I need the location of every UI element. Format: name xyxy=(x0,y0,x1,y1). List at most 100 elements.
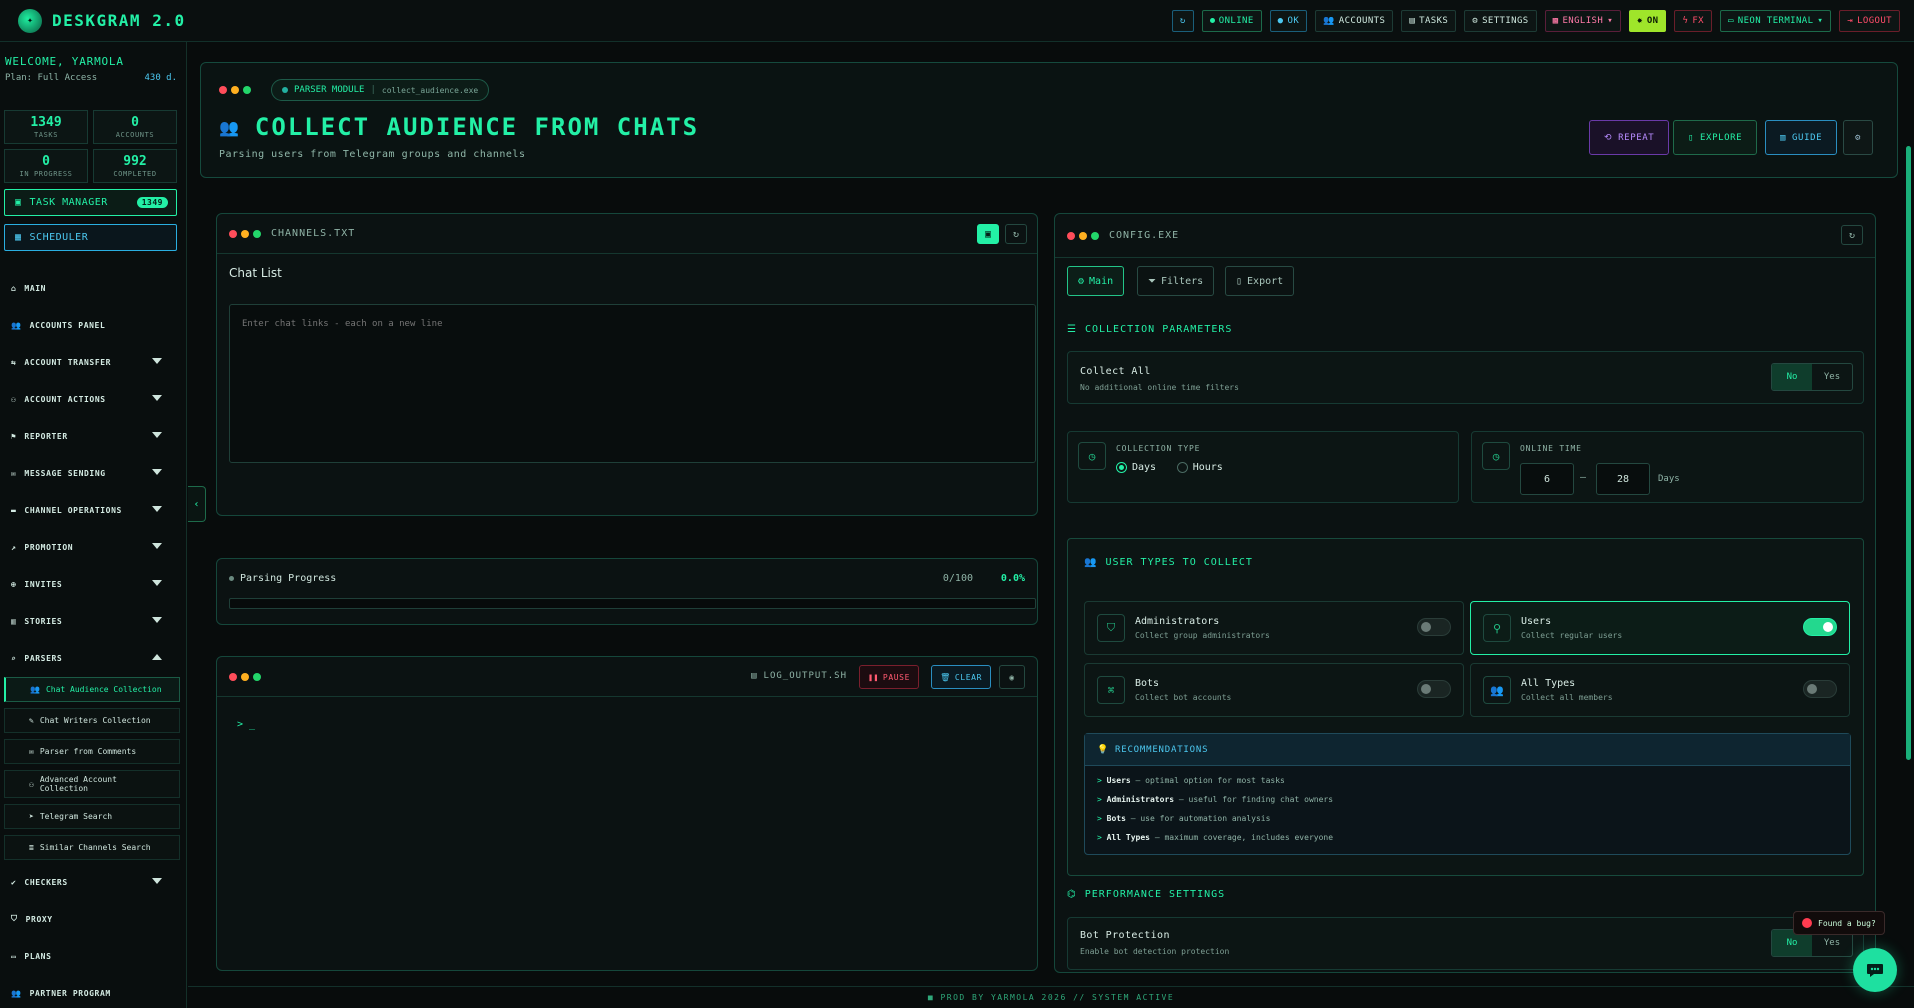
logout-button[interactable]: ⇥ LOGOUT xyxy=(1839,9,1900,32)
sidebar-item-account-transfer[interactable]: ⇆ ACCOUNT TRANSFER xyxy=(0,351,186,373)
stat-completed[interactable]: 992 COMPLETED xyxy=(93,149,177,183)
sidebar-subitem-chat-writers[interactable]: ✎ Chat Writers Collection xyxy=(4,708,180,733)
sidebar-subitem-label: Chat Audience Collection xyxy=(45,685,162,694)
refresh-button[interactable]: ↻ xyxy=(1171,9,1194,32)
theme-label: NEON TERMINAL xyxy=(1737,15,1814,26)
minimize-dot-icon[interactable] xyxy=(1079,231,1087,240)
reload-button[interactable]: ↻ xyxy=(1005,224,1027,244)
online-time-to-input[interactable]: 28 xyxy=(1596,463,1650,495)
accounts-button[interactable]: 👥 ACCOUNTS xyxy=(1315,9,1394,32)
explore-button[interactable]: ▯ EXPLORE xyxy=(1673,120,1758,155)
repeat-button[interactable]: ⟲ REPEAT xyxy=(1589,120,1670,155)
sidebar-item-accounts-panel[interactable]: 👥 ACCOUNTS PANEL xyxy=(0,314,186,336)
tab-export[interactable]: ▯ Export xyxy=(1225,266,1295,296)
close-dot-icon[interactable] xyxy=(229,672,237,681)
user-type-bots[interactable]: ⌘ Bots Collect bot accounts xyxy=(1084,663,1464,717)
sidebar-item-reporter[interactable]: ⚑ REPORTER xyxy=(0,425,186,447)
tab-main[interactable]: ⚙ Main xyxy=(1067,266,1125,296)
tab-filters[interactable]: ⏷ Filters xyxy=(1137,266,1215,296)
sidebar-item-main[interactable]: ⌂ MAIN xyxy=(0,277,186,299)
stat-value: 1349 xyxy=(30,115,62,130)
collect-all-toggle[interactable]: No Yes xyxy=(1771,363,1853,391)
administrators-toggle[interactable] xyxy=(1417,618,1451,636)
sidebar-item-message-sending[interactable]: ✉ MESSAGE SENDING xyxy=(0,462,186,484)
theme-select[interactable]: ▭ NEON TERMINAL ▾ xyxy=(1719,9,1832,32)
sidebar-subitem-comments[interactable]: ✉ Parser from Comments xyxy=(4,739,180,764)
scheduler-button[interactable]: ▦ SCHEDULER xyxy=(4,224,177,251)
stat-in-progress[interactable]: 0 IN PROGRESS xyxy=(4,149,88,183)
radio-days[interactable]: Days xyxy=(1116,462,1156,473)
window-controls xyxy=(1067,231,1099,240)
close-dot-icon[interactable] xyxy=(219,86,227,94)
clear-button[interactable]: 🗑 CLEAR xyxy=(931,665,991,689)
user-type-administrators[interactable]: ⛉ Administrators Collect group administr… xyxy=(1084,601,1464,655)
guide-label: GUIDE xyxy=(1792,132,1823,143)
radio-on-icon xyxy=(1116,462,1127,473)
users-toggle[interactable] xyxy=(1803,618,1837,636)
pause-button[interactable]: ❚❚ PAUSE xyxy=(859,665,919,689)
fx-toggle[interactable]: ϟ FX xyxy=(1674,9,1712,32)
user-type-users[interactable]: ⚲ Users Collect regular users xyxy=(1470,601,1850,655)
sidebar-subitem-advanced-accounts[interactable]: ⚇ Advanced Account Collection xyxy=(4,770,180,798)
minimize-dot-icon[interactable] xyxy=(241,229,249,238)
users-cog-icon: ⚇ xyxy=(29,779,34,789)
settings-gear-button[interactable]: ⚙ xyxy=(1843,120,1873,155)
maximize-dot-icon[interactable] xyxy=(253,229,261,238)
radio-hours[interactable]: Hours xyxy=(1176,462,1223,473)
shield-icon: ⛉ xyxy=(11,914,18,923)
stat-tasks[interactable]: 1349 TASKS xyxy=(4,110,88,144)
stat-accounts[interactable]: 0 ACCOUNTS xyxy=(93,110,177,144)
tasks-button[interactable]: ▤ TASKS xyxy=(1401,9,1457,32)
toggle-visibility-button[interactable]: ◉ xyxy=(999,665,1025,689)
sidebar-item-promotion[interactable]: ↗ PROMOTION xyxy=(0,536,186,558)
collect-all-yes[interactable]: Yes xyxy=(1812,364,1852,390)
sidebar-item-partner-program[interactable]: 👥 PARTNER PROGRAM xyxy=(0,982,186,1004)
sidebar-item-channel-operations[interactable]: ▬ CHANNEL OPERATIONS xyxy=(0,499,186,521)
maximize-dot-icon[interactable] xyxy=(253,672,261,681)
sidebar-item-parsers[interactable]: ⌕ PARSERS xyxy=(0,647,186,669)
collection-type-label: COLLECTION TYPE xyxy=(1116,444,1201,453)
chat-links-input[interactable] xyxy=(229,304,1036,463)
language-select[interactable]: ▩ ENGLISH ▾ xyxy=(1544,9,1622,32)
reco-text: – optimal option for most tasks xyxy=(1130,776,1285,785)
bot-protection-card: Bot Protection Enable bot detection prot… xyxy=(1067,917,1864,970)
tasks-label: TASKS xyxy=(1419,15,1449,26)
task-manager-button[interactable]: ▣ TASK MANAGER 1349 xyxy=(4,189,177,216)
sidebar-item-checkers[interactable]: ✔ CHECKERS xyxy=(0,871,186,893)
close-dot-icon[interactable] xyxy=(229,229,237,238)
bug-report-button[interactable]: Found a bug? xyxy=(1793,911,1885,935)
guide-button[interactable]: ▥ GUIDE xyxy=(1765,120,1838,155)
minimize-dot-icon[interactable] xyxy=(241,672,249,681)
sidebar-item-invites[interactable]: ⊕ INVITES xyxy=(0,573,186,595)
close-dot-icon[interactable] xyxy=(1067,231,1075,240)
user-plus-icon: ⊕ xyxy=(11,579,17,589)
collect-all-no[interactable]: No xyxy=(1772,364,1812,390)
upload-button[interactable]: ▣ xyxy=(977,224,999,244)
maximize-dot-icon[interactable] xyxy=(1091,231,1099,240)
sidebar-item-account-actions[interactable]: ⚇ ACCOUNT ACTIONS xyxy=(0,388,186,410)
sidebar-subitem-label: Chat Writers Collection xyxy=(39,716,151,725)
radio-days-label: Days xyxy=(1132,462,1157,473)
online-time-from-input[interactable]: 6 xyxy=(1520,463,1574,495)
sidebar-subitem-telegram-search[interactable]: ➤ Telegram Search xyxy=(4,804,180,829)
sidebar-collapse-button[interactable]: ‹ xyxy=(188,486,206,522)
sidebar-item-proxy[interactable]: ⛉ PROXY xyxy=(0,908,186,930)
sidebar-subitem-chat-audience[interactable]: 👥 Chat Audience Collection xyxy=(4,677,180,702)
maximize-dot-icon[interactable] xyxy=(243,86,251,94)
effects-toggle[interactable]: ✸ ON xyxy=(1629,9,1667,32)
stat-value: 0 xyxy=(131,115,139,130)
all-types-toggle[interactable] xyxy=(1803,680,1837,698)
minimize-dot-icon[interactable] xyxy=(231,86,239,94)
panel-filename: CHANNELS.TXT xyxy=(271,228,356,239)
bots-toggle[interactable] xyxy=(1417,680,1451,698)
progress-label: Parsing Progress xyxy=(229,573,336,584)
user-type-all[interactable]: 👥 All Types Collect all members xyxy=(1470,663,1850,717)
sidebar-subitem-similar-channels[interactable]: ≣ Similar Channels Search xyxy=(4,835,180,860)
page-scrollbar[interactable] xyxy=(1906,146,1911,760)
reco-name: Bots xyxy=(1106,814,1126,823)
reset-config-button[interactable]: ↻ xyxy=(1841,225,1863,245)
sidebar-item-stories[interactable]: ▥ STORIES xyxy=(0,610,186,632)
settings-button[interactable]: ⚙ SETTINGS xyxy=(1464,9,1537,32)
chat-fab-button[interactable] xyxy=(1853,948,1897,992)
sidebar-item-plans[interactable]: ▭ PLANS xyxy=(0,945,186,967)
